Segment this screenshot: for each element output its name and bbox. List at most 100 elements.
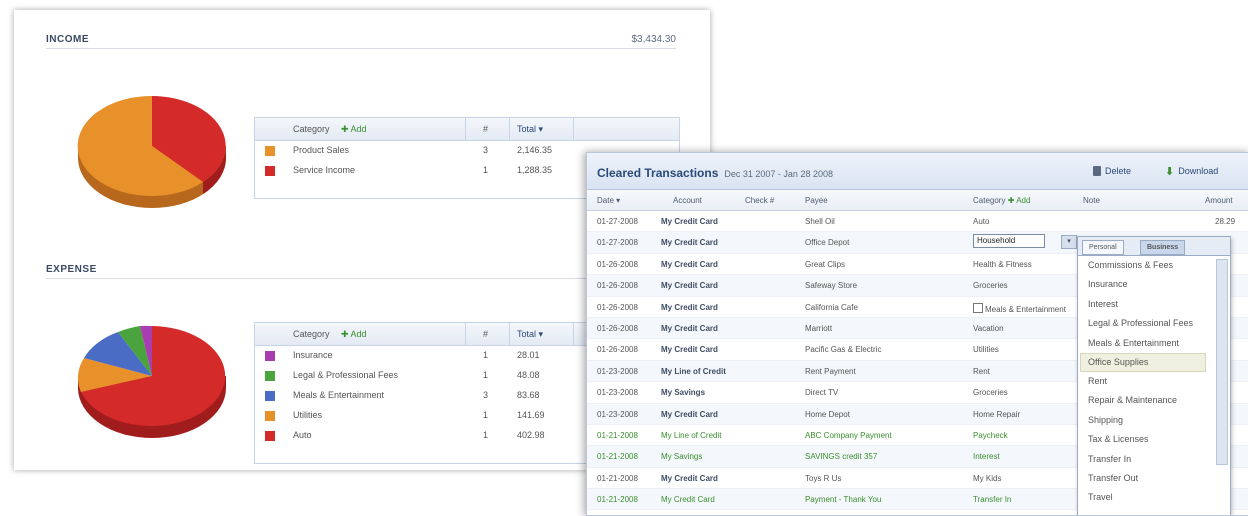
row-category[interactable]: Groceries bbox=[973, 281, 1008, 290]
col-account[interactable]: Account bbox=[673, 196, 702, 205]
category-name: Service Income bbox=[293, 165, 356, 175]
dropdown-item[interactable]: Repair & Maintenance bbox=[1078, 391, 1230, 410]
tab-business[interactable]: Business bbox=[1140, 240, 1186, 255]
swatch-red bbox=[265, 431, 275, 441]
tab-personal[interactable]: Personal bbox=[1082, 240, 1124, 255]
dropdown-item[interactable]: Legal & Professional Fees bbox=[1078, 314, 1230, 333]
expense-pie-chart bbox=[77, 325, 226, 438]
row-category[interactable]: Paycheck bbox=[973, 431, 1008, 440]
transactions-header: Cleared Transactions Dec 31 2007 - Jan 28… bbox=[587, 153, 1248, 190]
dropdown-item[interactable]: Insurance bbox=[1078, 275, 1230, 294]
dropdown-tabs: Personal Business bbox=[1078, 237, 1230, 256]
category-name: Product Sales bbox=[293, 145, 350, 155]
dropdown-item[interactable]: Meals & Entertainment bbox=[1078, 334, 1230, 353]
expense-col-category[interactable]: Category bbox=[293, 329, 330, 339]
category-total: 402.98 bbox=[517, 430, 545, 440]
expense-col-count[interactable]: # bbox=[483, 329, 488, 339]
row-amount: 28.29 bbox=[1215, 217, 1236, 226]
delete-button[interactable]: Delete bbox=[1093, 162, 1131, 180]
row-date: 01-21-2008 bbox=[597, 473, 638, 483]
row-category[interactable]: Home Repair bbox=[973, 410, 1020, 419]
row-account: My Credit Card bbox=[661, 345, 718, 355]
dropdown-item[interactable]: Transfer Out bbox=[1078, 469, 1230, 488]
row-account: My Credit Card bbox=[661, 323, 718, 333]
row-category[interactable]: Health & Fitness bbox=[973, 260, 1032, 269]
row-payee: Home Depot bbox=[805, 409, 850, 419]
download-arrow-icon: ⬇ bbox=[1165, 165, 1175, 178]
row-account: My Credit Card bbox=[661, 217, 718, 226]
row-payee: ABC Company Payment bbox=[805, 430, 892, 440]
row-category[interactable]: Auto bbox=[973, 217, 989, 226]
income-title: INCOME bbox=[46, 34, 89, 45]
expense-title: EXPENSE bbox=[46, 264, 97, 275]
income-total: $3,434.30 bbox=[631, 34, 677, 45]
row-category[interactable]: Meals & Entertainment bbox=[973, 302, 1066, 314]
row-date: 01-26-2008 bbox=[597, 259, 638, 269]
col-divider bbox=[509, 118, 510, 140]
expense-category-table: Category ✚ Add # Total ▾ Insurance 1 28.… bbox=[254, 322, 596, 464]
col-check[interactable]: Check # bbox=[745, 196, 774, 205]
dropdown-item[interactable]: Interest bbox=[1078, 295, 1230, 314]
swatch-green bbox=[265, 371, 275, 381]
row-payee: Pacific Gas & Electric bbox=[805, 345, 882, 355]
category-edit-input[interactable]: Household bbox=[973, 234, 1045, 249]
expense-row-utilities[interactable]: Utilities 1 141.69 bbox=[255, 406, 595, 426]
category-count: 1 bbox=[483, 430, 489, 440]
col-payee[interactable]: Payee bbox=[805, 196, 828, 205]
row-account: My Credit Card bbox=[661, 281, 718, 291]
category-total: 2,146.35 bbox=[517, 145, 553, 155]
swatch-purple bbox=[265, 351, 275, 361]
expense-row-legal-professional[interactable]: Legal & Professional Fees 1 48.08 bbox=[255, 366, 595, 386]
dropdown-item-highlighted[interactable]: Office Supplies bbox=[1080, 352, 1206, 372]
row-account: My Savings bbox=[661, 388, 706, 398]
row-category[interactable]: My Kids bbox=[973, 474, 1001, 483]
col-category[interactable]: Category ✚ Add bbox=[973, 196, 1030, 205]
row-category[interactable]: Groceries bbox=[973, 388, 1008, 397]
row-category[interactable]: Transfer In bbox=[973, 495, 1011, 504]
expense-add-category-link[interactable]: ✚ Add bbox=[341, 329, 367, 340]
dropdown-item[interactable]: Commissions & Fees bbox=[1078, 256, 1230, 275]
income-divider bbox=[46, 48, 676, 49]
dropdown-item[interactable]: Transfer In bbox=[1078, 450, 1230, 469]
expense-row-auto[interactable]: Auto 1 402.98 bbox=[255, 426, 595, 446]
expense-col-total[interactable]: Total ▾ bbox=[517, 329, 543, 340]
category-name: Insurance bbox=[293, 350, 333, 360]
row-category[interactable]: Interest bbox=[973, 452, 1000, 461]
col-note[interactable]: Note bbox=[1083, 196, 1100, 205]
col-amount[interactable]: Amount bbox=[1205, 196, 1233, 205]
row-account: My Credit Card bbox=[661, 302, 718, 312]
dropdown-scrollbar[interactable] bbox=[1216, 259, 1228, 465]
dropdown-toggle-button[interactable]: ▾ bbox=[1061, 235, 1077, 250]
income-col-count[interactable]: # bbox=[483, 124, 488, 134]
download-button[interactable]: ⬇ Download bbox=[1165, 162, 1218, 180]
dropdown-item[interactable]: Rent bbox=[1078, 372, 1230, 391]
row-category[interactable]: Vacation bbox=[973, 324, 1004, 333]
dropdown-item[interactable]: Travel bbox=[1078, 488, 1230, 507]
dropdown-item[interactable]: Shipping bbox=[1078, 411, 1230, 430]
row-account: My Credit Card bbox=[661, 259, 718, 269]
category-name: Legal & Professional Fees bbox=[293, 370, 399, 380]
row-account: My Line of Credit bbox=[661, 430, 722, 440]
row-date: 01-26-2008 bbox=[597, 323, 638, 333]
income-col-total[interactable]: Total ▾ bbox=[517, 124, 543, 135]
col-date[interactable]: Date ▾ bbox=[597, 196, 620, 205]
add-category-link[interactable]: ✚ Add bbox=[1008, 196, 1031, 205]
row-date: 01-21-2008 bbox=[597, 452, 638, 462]
row-payee: Payment - Thank You bbox=[805, 495, 882, 505]
category-count: 3 bbox=[483, 390, 489, 400]
category-dropdown[interactable]: Personal Business Commissions & Fees Ins… bbox=[1077, 236, 1231, 515]
income-add-category-link[interactable]: ✚ Add bbox=[341, 124, 367, 135]
note-icon bbox=[973, 302, 983, 313]
expense-row-insurance[interactable]: Insurance 1 28.01 bbox=[255, 346, 595, 366]
table-row[interactable]: 01-27-2008 My Credit Card Shell Oil Auto… bbox=[587, 211, 1248, 233]
row-category[interactable]: Rent bbox=[973, 367, 990, 376]
row-date: 01-26-2008 bbox=[597, 281, 638, 291]
expense-row-meals-entertainment[interactable]: Meals & Entertainment 3 83.68 bbox=[255, 386, 595, 406]
category-total: 83.68 bbox=[517, 390, 540, 400]
row-category[interactable]: Utilities bbox=[973, 345, 999, 354]
swatch-blue bbox=[265, 391, 275, 401]
income-col-category[interactable]: Category bbox=[293, 124, 330, 134]
row-account: My Credit Card bbox=[661, 473, 718, 483]
dropdown-item[interactable]: Tax & Licenses bbox=[1078, 430, 1230, 449]
expense-table-header: Category ✚ Add # Total ▾ bbox=[255, 323, 595, 346]
